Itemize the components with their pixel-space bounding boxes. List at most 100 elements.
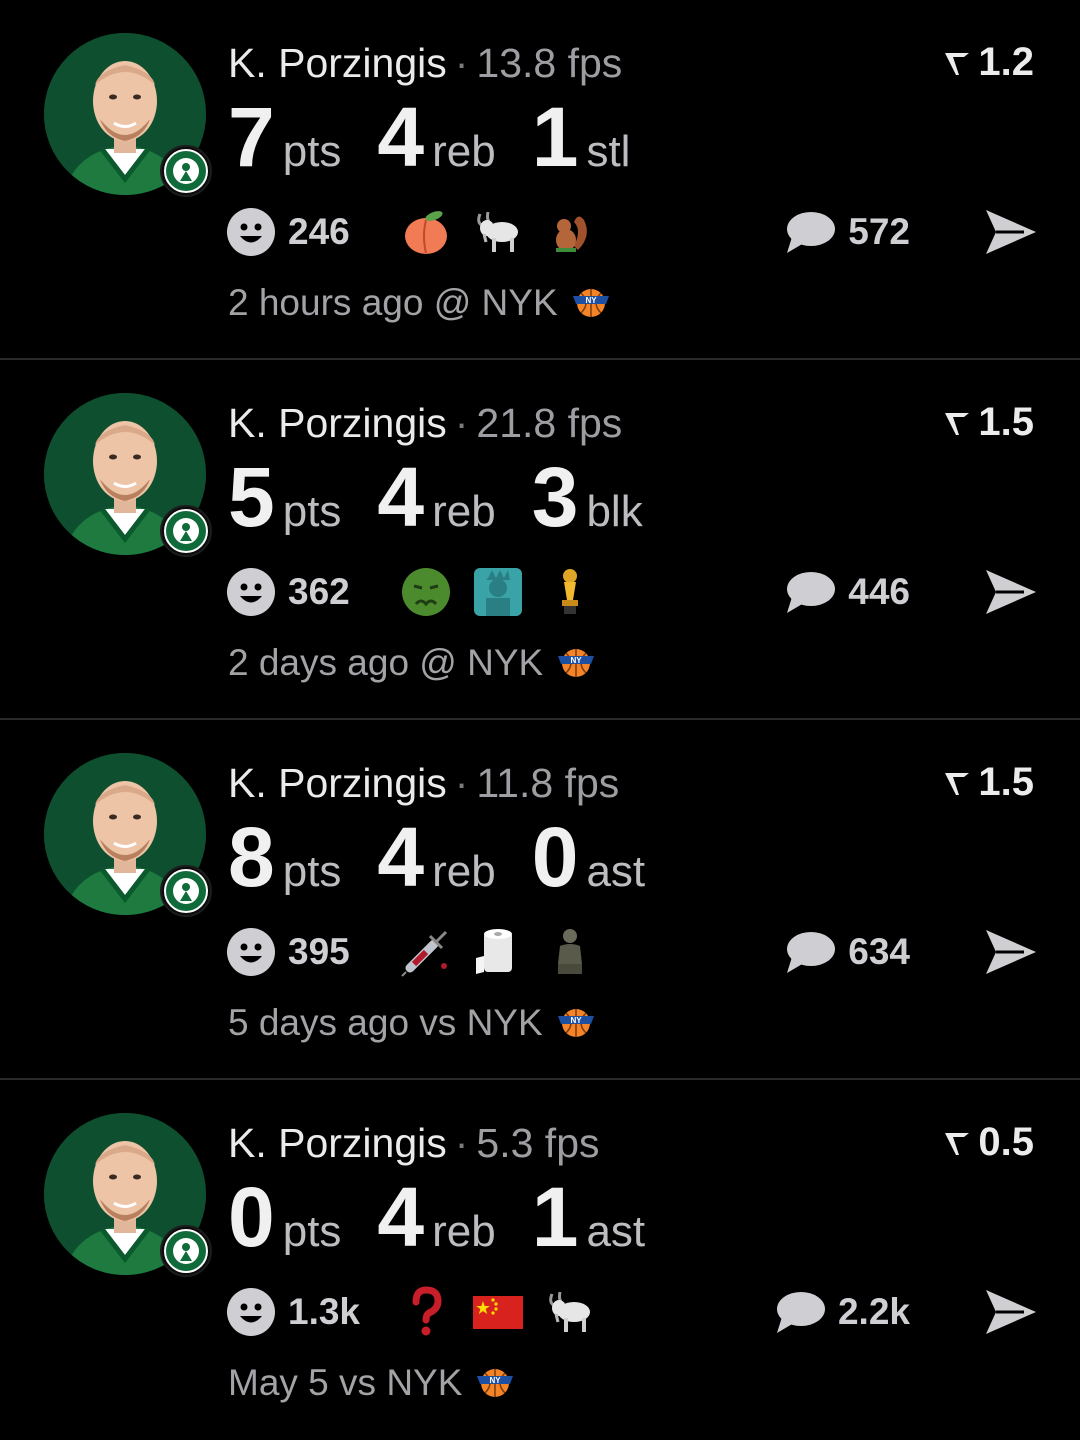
triangle-logo-icon — [945, 412, 970, 435]
comment-bubble-icon — [787, 212, 836, 253]
peach-icon[interactable] — [400, 206, 452, 258]
add-reaction-icon[interactable] — [226, 567, 276, 617]
stat-rebounds: 4 reb — [377, 1172, 495, 1262]
celtics-logo-icon — [160, 505, 212, 557]
player-name[interactable]: K. Porzingis — [228, 1120, 447, 1166]
stat-rebounds: 4 reb — [377, 812, 495, 902]
stat-unit: blk — [586, 487, 643, 536]
svg-text:NY: NY — [570, 1016, 582, 1025]
score-badge: 1.5 — [942, 400, 1034, 445]
post-feed: K. Porzingis · 13.8 fps 1.2 7 pts 4 reb 1 stl… — [0, 0, 1080, 1440]
stat-number: 4 — [377, 810, 425, 904]
stat-number: 4 — [377, 90, 425, 184]
share-icon[interactable] — [984, 568, 1038, 616]
add-reaction-icon[interactable] — [226, 927, 276, 977]
knicks-logo-icon: NY — [477, 1369, 514, 1397]
reactions-row: 246 572 — [226, 200, 1046, 264]
separator-dot: · — [454, 40, 469, 86]
stat-rebounds: 4 reb — [377, 92, 495, 182]
separator-dot: · — [454, 760, 469, 806]
stat-number: 1 — [531, 90, 579, 184]
stat-unit: reb — [432, 1207, 496, 1256]
comments-button[interactable]: 446 — [784, 560, 910, 624]
stat-points: 8 pts — [228, 812, 341, 902]
reactions-row: 1.3k 2.2k — [226, 1280, 1046, 1344]
stat-unit: reb — [432, 127, 496, 176]
celtics-logo-icon — [160, 145, 212, 197]
reaction-count: 395 — [288, 931, 350, 972]
nauseated-face-icon[interactable] — [400, 566, 452, 618]
player-name[interactable]: K. Porzingis — [228, 400, 447, 446]
stat-unit: ast — [586, 847, 646, 896]
knicks-logo-icon: NY — [558, 649, 595, 677]
china-flag-icon[interactable] — [472, 1286, 524, 1338]
sitting-figure-icon[interactable] — [544, 926, 596, 978]
game-meta: 5 days ago vs NYK NY — [228, 1002, 597, 1044]
stat-number: 7 — [228, 90, 275, 184]
add-reaction-icon[interactable] — [226, 207, 276, 257]
comment-bubble-icon — [776, 1292, 825, 1333]
share-icon[interactable] — [984, 208, 1038, 256]
post-card[interactable]: K. Porzingis · 5.3 fps 0.5 0 pts 4 reb 1 ast … — [0, 1080, 1080, 1440]
game-time-opponent: 2 hours ago @ NYK — [228, 282, 558, 323]
comment-bubble-icon — [787, 932, 836, 973]
reaction-count: 1.3k — [288, 1291, 361, 1332]
player-avatar[interactable] — [44, 393, 212, 557]
stat-line: 7 pts 4 reb 1 stl — [228, 92, 666, 182]
stat-points: 0 pts — [228, 1172, 341, 1262]
reaction-count: 362 — [288, 571, 350, 612]
player-avatar[interactable] — [44, 1113, 212, 1277]
stat-number: 8 — [228, 810, 275, 904]
stat-blocks: 3 blk — [532, 452, 643, 542]
syringe-icon[interactable] — [400, 926, 452, 978]
post-card[interactable]: K. Porzingis · 21.8 fps 1.5 5 pts 4 reb 3 blk… — [0, 360, 1080, 720]
squirrel-icon[interactable] — [544, 206, 596, 258]
comments-button[interactable]: 572 — [784, 200, 910, 264]
goat-icon[interactable] — [472, 206, 524, 258]
toilet-paper-icon[interactable] — [472, 926, 524, 978]
stat-unit: stl — [586, 127, 631, 176]
post-title: K. Porzingis · 5.3 fps — [228, 1118, 600, 1168]
share-icon[interactable] — [984, 928, 1038, 976]
player-name[interactable]: K. Porzingis — [228, 760, 447, 806]
share-icon[interactable] — [984, 1288, 1038, 1336]
player-name[interactable]: K. Porzingis — [228, 40, 447, 86]
comments-button[interactable]: 2.2k — [774, 1280, 910, 1344]
score-badge: 1.5 — [942, 760, 1034, 805]
stat-points: 7 pts — [228, 92, 341, 182]
fantasy-points: 5.3 fps — [476, 1120, 600, 1166]
celtics-logo-icon — [160, 865, 212, 917]
reactions-row: 362 446 — [226, 560, 1046, 624]
post-card[interactable]: K. Porzingis · 13.8 fps 1.2 7 pts 4 reb 1 stl… — [0, 0, 1080, 360]
add-reaction-icon[interactable] — [226, 1287, 276, 1337]
svg-text:NY: NY — [490, 1376, 502, 1385]
stat-unit: pts — [282, 847, 342, 896]
post-card[interactable]: K. Porzingis · 11.8 fps 1.5 8 pts 4 reb 0 ast… — [0, 720, 1080, 1080]
player-avatar[interactable] — [44, 753, 212, 917]
stat-assists: 1 ast — [532, 1172, 645, 1262]
stat-unit: pts — [282, 487, 342, 536]
post-title: K. Porzingis · 11.8 fps — [228, 758, 619, 808]
fantasy-points: 11.8 fps — [476, 760, 620, 806]
trophy-icon[interactable] — [544, 566, 596, 618]
game-time-opponent: 2 days ago @ NYK — [228, 642, 544, 683]
stat-steals: 1 stl — [532, 92, 631, 182]
stat-number: 0 — [531, 810, 579, 904]
stat-number: 0 — [228, 1170, 275, 1264]
fantasy-points: 21.8 fps — [476, 400, 623, 446]
statue-of-liberty-icon[interactable] — [472, 566, 524, 618]
post-title: K. Porzingis · 13.8 fps — [228, 38, 622, 88]
game-meta: 2 days ago @ NYK NY — [228, 642, 597, 684]
triangle-logo-icon — [945, 1132, 970, 1155]
separator-dot: · — [454, 400, 469, 446]
stat-number: 5 — [228, 450, 275, 544]
stat-number: 3 — [531, 450, 579, 544]
knicks-logo-icon: NY — [557, 1009, 594, 1037]
reactions-row: 395 634 — [226, 920, 1046, 984]
player-avatar[interactable] — [44, 33, 212, 197]
score-value: 1.5 — [978, 760, 1034, 804]
comments-button[interactable]: 634 — [784, 920, 910, 984]
question-mark-icon[interactable] — [400, 1286, 452, 1338]
goat-icon[interactable] — [544, 1286, 596, 1338]
stat-line: 0 pts 4 reb 1 ast — [228, 1172, 681, 1262]
